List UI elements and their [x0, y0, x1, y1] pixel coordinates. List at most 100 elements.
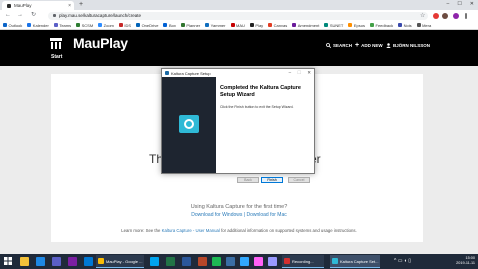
back-button: Back [237, 177, 259, 183]
system-tray[interactable]: ^ ▭ ◖ ▯ [394, 258, 411, 264]
extension-icon[interactable] [442, 12, 448, 19]
new-tab-button[interactable]: + [79, 1, 83, 9]
windows-start-icon[interactable] [4, 257, 12, 265]
maximize-icon[interactable]: ☐ [457, 1, 461, 7]
minimize-icon[interactable]: – [447, 1, 450, 7]
bookmark-label: SCSM [81, 22, 94, 28]
dialog-titlebar[interactable]: Kaltura Capture Setup – ☐ ✕ [162, 69, 314, 77]
bookmark-label: Epsos [353, 22, 365, 28]
bookmark-item[interactable]: Amendment [292, 23, 319, 28]
teams-icon[interactable] [52, 257, 61, 266]
taskbar-app-icon[interactable] [254, 257, 263, 266]
bookmark-item[interactable]: Yammer [205, 23, 226, 28]
add-new-link[interactable]: + ADD NEW [355, 42, 383, 49]
bookmark-item[interactable]: Nois [398, 23, 412, 28]
bookmark-label: MAU [236, 22, 245, 28]
bookmark-item[interactable]: MAU [230, 22, 245, 28]
bookmark-label: Planner [186, 22, 201, 28]
profile-avatar[interactable] [453, 12, 459, 19]
bookmark-favicon-icon [398, 23, 403, 27]
bookmark-item[interactable]: Feedback [370, 23, 393, 28]
tab-close-icon[interactable]: × [68, 3, 71, 9]
menu-kebab-icon[interactable] [465, 12, 467, 19]
excel-icon[interactable] [166, 257, 175, 266]
bookmark-item[interactable]: Outlook [3, 23, 22, 28]
site-brand[interactable]: MauPlay [73, 35, 128, 51]
bookmark-item[interactable]: SUNET [324, 23, 343, 28]
bookmark-favicon-icon [180, 23, 185, 27]
premiere-icon[interactable] [268, 257, 277, 266]
forward-icon[interactable]: → [17, 12, 23, 19]
address-bar[interactable]: play.mau.se/kalturacapture/launch/create [48, 11, 428, 20]
dialog-close-icon[interactable]: ✕ [307, 70, 311, 76]
bookmark-item[interactable]: Teams [53, 23, 71, 28]
file-explorer-icon[interactable] [20, 257, 29, 266]
download-links: Download for Windows | Download for Mac [0, 212, 478, 218]
bookmark-label: Nois [403, 22, 412, 28]
bookmark-label: Mera [422, 22, 432, 28]
dialog-message: Click the Finish button to exit the Setu… [220, 105, 294, 109]
bookmark-item[interactable]: Kalender [27, 23, 49, 28]
bookmark-item[interactable]: Box [163, 23, 176, 28]
bookmark-label: Zoom [103, 22, 114, 28]
bookmark-favicon-icon [27, 23, 32, 27]
window-controls: – ☐ ✕ [447, 1, 474, 7]
outlook-icon[interactable] [84, 257, 93, 266]
mau-logo-icon[interactable] [50, 38, 62, 50]
clock[interactable]: 15:00 2019-11-11 [453, 256, 475, 266]
reload-icon[interactable]: ↻ [31, 12, 36, 19]
user-manual-link[interactable]: Kaltura Capture - User Manual [162, 228, 220, 233]
bookmark-item[interactable]: OneDrive [136, 23, 158, 28]
task-label: Recording... [292, 258, 314, 264]
dialog-maximize-icon: ☐ [297, 70, 302, 75]
bookmark-favicon-icon [136, 23, 141, 27]
search-link[interactable]: SEARCH [326, 43, 352, 48]
back-icon[interactable]: ← [5, 12, 11, 19]
photoshop-icon[interactable] [240, 257, 249, 266]
user-icon [386, 43, 391, 48]
finish-button[interactable]: Finish [261, 177, 283, 183]
bookmark-item[interactable]: Epsos [348, 23, 365, 28]
close-window-icon[interactable]: ✕ [470, 1, 474, 7]
taskbar-task-chrome[interactable]: MauPlay - Google ... [96, 255, 144, 268]
bookmarks-bar: Outlook Kalender Teams SCSM Zoom IDS OneDrive B… [0, 21, 478, 30]
download-windows-link[interactable]: Download for Windows [191, 212, 242, 218]
bookmark-label: Kalender [32, 22, 49, 28]
bookmark-favicon-icon [268, 23, 273, 27]
task-label: MauPlay - Google ... [106, 258, 143, 264]
bookmark-item[interactable]: Mera [416, 22, 432, 28]
bookmark-label: Feedback [375, 22, 394, 28]
taskbar-app-icon[interactable] [150, 257, 159, 266]
recording-icon [284, 258, 290, 264]
start-link[interactable]: Start [51, 54, 62, 60]
bookmark-item[interactable]: SCSM [76, 23, 93, 28]
taskbar-app-icon[interactable] [226, 257, 235, 266]
bookmark-label: Play [255, 22, 264, 28]
bookmark-favicon-icon [416, 23, 421, 27]
browser-tab-mauplay[interactable]: MauPlay × [2, 1, 74, 10]
bookmark-item[interactable]: Zoom [98, 23, 114, 28]
taskbar-task-kaltura[interactable]: Kaltura Capture Set... [330, 255, 380, 268]
download-mac-link[interactable]: Download for Mac [246, 212, 286, 218]
bookmark-favicon-icon [324, 23, 329, 27]
taskbar-app-icon[interactable] [68, 257, 77, 266]
extension-icon[interactable] [433, 12, 439, 19]
taskbar-task-recording[interactable]: Recording... [282, 255, 324, 268]
dialog-minimize-icon[interactable]: – [289, 70, 292, 76]
site-header [0, 30, 478, 66]
bookmark-favicon-icon [205, 23, 210, 27]
word-icon[interactable] [182, 257, 191, 266]
bookmark-item[interactable]: Canvas [268, 23, 287, 28]
taskbar-app-icon[interactable] [36, 257, 45, 266]
spotify-icon[interactable] [212, 257, 221, 266]
bookmark-favicon-icon [76, 23, 81, 27]
powerpoint-icon[interactable] [198, 257, 207, 266]
bookmark-star-icon[interactable]: ☆ [420, 12, 425, 19]
bookmark-item[interactable]: Planner [180, 22, 201, 28]
bookmark-item[interactable]: Play [249, 22, 264, 28]
bookmark-item[interactable]: IDS [118, 23, 131, 28]
chrome-icon [98, 258, 104, 264]
clock-date: 2019-11-11 [456, 261, 475, 265]
search-label: SEARCH [333, 43, 353, 48]
user-menu[interactable]: BJÖRN NILSSON [386, 43, 430, 48]
